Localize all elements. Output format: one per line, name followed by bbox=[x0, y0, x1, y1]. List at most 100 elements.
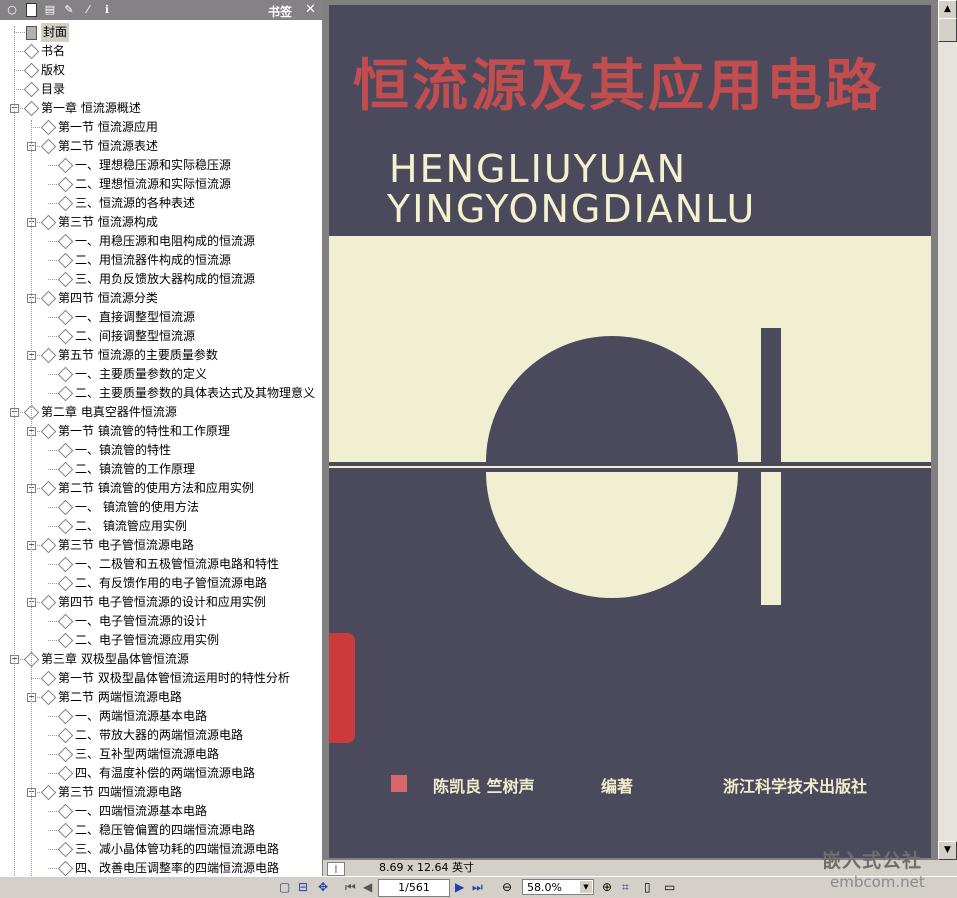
fit-page-icon[interactable]: ▢ bbox=[279, 880, 290, 895]
document-view[interactable]: 恒流源及其应用电路 HENGLIUYUAN YINGYONGDIANLU 陈凯良… bbox=[323, 0, 938, 860]
bookmark-item[interactable]: 二、稳压管偏置的四端恒流源电路 bbox=[0, 821, 320, 840]
bookmark-item[interactable]: 封面 bbox=[0, 23, 320, 42]
bookmark-item[interactable]: 三、互补型两端恒流源电路 bbox=[0, 745, 320, 764]
page-size-label: 8.69 x 12.64 英寸 bbox=[379, 861, 474, 874]
bookmark-item[interactable]: 第一节 恒流源应用 bbox=[0, 118, 320, 137]
bookmark-item[interactable]: 一、两端恒流源基本电路 bbox=[0, 707, 320, 726]
bookmark-item[interactable]: − 第三章 双极型晶体管恒流源 bbox=[0, 650, 320, 669]
bookmark-item[interactable]: 三、减小晶体管功耗的四端恒流源电路 bbox=[0, 840, 320, 859]
bookmark-label: 第二章 电真空器件恒流源 bbox=[41, 405, 177, 419]
bookmark-item[interactable]: 书名 bbox=[0, 42, 320, 61]
bookmark-label: 二、主要质量参数的具体表达式及其物理意义 bbox=[75, 386, 316, 400]
bookmark-item[interactable]: − 第二节 两端恒流源电路 bbox=[0, 688, 320, 707]
bookmark-item[interactable]: 目录 bbox=[0, 80, 320, 99]
zoom-in-icon[interactable]: ⊕ bbox=[602, 880, 612, 895]
bookmark-icon bbox=[57, 309, 74, 326]
bookmark-item[interactable]: 三、用负反馈放大器构成的恒流源 bbox=[0, 270, 320, 289]
bookmark-label: 三、减小晶体管功耗的四端恒流源电路 bbox=[75, 842, 280, 856]
bookmark-item[interactable]: 二、带放大器的两端恒流源电路 bbox=[0, 726, 320, 745]
bookmark-label: 一、电子管恒流源的设计 bbox=[75, 614, 208, 628]
bookmark-item[interactable]: 二、理想恒流源和实际恒流源 bbox=[0, 175, 320, 194]
bookmark-item[interactable]: 二、主要质量参数的具体表达式及其物理意义 bbox=[0, 384, 320, 403]
page-nav-icon[interactable]: |◀▶| bbox=[327, 862, 345, 885]
bookmark-item[interactable]: 一、 镇流管的使用方法 bbox=[0, 498, 320, 517]
bookmark-item[interactable]: 二、间接调整型恒流源 bbox=[0, 327, 320, 346]
bookmark-item[interactable]: − 第三节 四端恒流源电路 bbox=[0, 783, 320, 802]
bookmark-label: 二、理想恒流源和实际恒流源 bbox=[75, 177, 232, 191]
bookmark-item[interactable]: 四、改善电压调整率的四端恒流源电路 bbox=[0, 859, 320, 876]
zoom-out-icon[interactable]: ⊖ bbox=[502, 880, 512, 895]
pen-icon[interactable]: ⁄ bbox=[81, 3, 95, 17]
bookmark-label: 二、用恒流器件构成的恒流源 bbox=[75, 253, 232, 267]
cover-bar-upper bbox=[761, 328, 781, 462]
tree-guide bbox=[14, 26, 15, 876]
bookmark-item[interactable]: 四、有温度补偿的两端恒流源电路 bbox=[0, 764, 320, 783]
bookmark-item[interactable]: − 第一节 镇流管的特性和工作原理 bbox=[0, 422, 320, 441]
cover-page: 恒流源及其应用电路 HENGLIUYUAN YINGYONGDIANLU 陈凯良… bbox=[329, 5, 931, 858]
bookmark-item[interactable]: 一、用稳压源和电阻构成的恒流源 bbox=[0, 232, 320, 251]
close-icon[interactable]: ✕ bbox=[303, 2, 318, 17]
bookmark-item[interactable]: 二、用恒流器件构成的恒流源 bbox=[0, 251, 320, 270]
bookmark-label: 三、恒流源的各种表述 bbox=[75, 196, 196, 210]
bookmark-item[interactable]: − 第四节 恒流源分类 bbox=[0, 289, 320, 308]
bookmark-label: 一、四端恒流源基本电路 bbox=[75, 804, 208, 818]
first-page-icon[interactable]: ⏮ bbox=[345, 880, 356, 895]
bookmark-item[interactable]: 一、理想稳压源和实际稳压源 bbox=[0, 156, 320, 175]
chevron-down-icon[interactable]: ▼ bbox=[580, 881, 592, 893]
bookmark-icon bbox=[57, 385, 74, 402]
next-page-icon[interactable]: ▶ bbox=[455, 880, 464, 895]
page-number-field[interactable]: 1/561 bbox=[378, 879, 450, 897]
bookmark-label: 二、 镇流管应用实例 bbox=[75, 519, 187, 533]
properties-icon[interactable]: ℹ bbox=[100, 3, 114, 17]
bookmark-item[interactable]: 一、电子管恒流源的设计 bbox=[0, 612, 320, 631]
last-page-icon[interactable]: ⏭ bbox=[472, 880, 483, 895]
bookmark-item[interactable]: 三、恒流源的各种表述 bbox=[0, 194, 320, 213]
continuous-page-icon[interactable]: ▭ bbox=[664, 880, 675, 895]
bookmark-label: 第一节 镇流管的特性和工作原理 bbox=[58, 424, 230, 438]
bookmark-item[interactable]: − 第三节 电子管恒流源电路 bbox=[0, 536, 320, 555]
scroll-up-icon[interactable]: ▲ bbox=[938, 0, 957, 19]
options-icon[interactable]: ○ bbox=[5, 3, 19, 17]
move-icon[interactable]: ✥ bbox=[318, 880, 328, 895]
bookmark-item[interactable]: 一、镇流管的特性 bbox=[0, 441, 320, 460]
bookmark-label: 第三节 恒流源构成 bbox=[58, 215, 158, 229]
bookmark-item[interactable]: − 第一章 恒流源概述 bbox=[0, 99, 320, 118]
bookmark-icon bbox=[40, 594, 57, 611]
actual-size-icon[interactable]: ⌗ bbox=[622, 880, 629, 895]
bookmark-item[interactable]: − 第四节 电子管恒流源的设计和应用实例 bbox=[0, 593, 320, 612]
bookmark-icon bbox=[23, 62, 40, 79]
page-icon[interactable]: ▤ bbox=[43, 3, 57, 17]
zoom-field[interactable]: 58.0% ▼ bbox=[522, 879, 594, 895]
bookmark-item[interactable]: 二、有反馈作用的电子管恒流源电路 bbox=[0, 574, 320, 593]
previous-page-icon[interactable]: ◀ bbox=[363, 880, 372, 895]
new-bookmark-icon[interactable] bbox=[24, 3, 38, 17]
bookmark-item[interactable]: − 第二节 恒流源表述 bbox=[0, 137, 320, 156]
bookmark-item[interactable]: − 第二节 镇流管的使用方法和应用实例 bbox=[0, 479, 320, 498]
cover-circle-upper bbox=[486, 336, 738, 462]
bookmark-item[interactable]: 第一节 双极型晶体管恒流运用时的特性分析 bbox=[0, 669, 320, 688]
scroll-thumb[interactable] bbox=[938, 18, 957, 42]
bookmark-item[interactable]: 一、四端恒流源基本电路 bbox=[0, 802, 320, 821]
cover-red-tab bbox=[329, 633, 355, 743]
page-bookmark-icon bbox=[26, 26, 37, 40]
bookmark-item[interactable]: − 第三节 恒流源构成 bbox=[0, 213, 320, 232]
bookmark-item[interactable]: 一、主要质量参数的定义 bbox=[0, 365, 320, 384]
bookmark-item[interactable]: 二、电子管恒流源应用实例 bbox=[0, 631, 320, 650]
edit-icon[interactable]: ✎ bbox=[62, 3, 76, 17]
bookmark-icon bbox=[57, 822, 74, 839]
bookmark-label: 第二节 镇流管的使用方法和应用实例 bbox=[58, 481, 254, 495]
fit-width-icon[interactable]: ⊟ bbox=[298, 880, 308, 895]
bookmark-item[interactable]: 二、 镇流管应用实例 bbox=[0, 517, 320, 536]
bookmark-item[interactable]: 一、直接调整型恒流源 bbox=[0, 308, 320, 327]
bookmark-label: 第一节 双极型晶体管恒流运用时的特性分析 bbox=[58, 671, 290, 685]
bookmark-item[interactable]: 一、二极管和五极管恒流源电路和特性 bbox=[0, 555, 320, 574]
scroll-down-icon[interactable]: ▼ bbox=[938, 841, 957, 860]
bookmark-icon bbox=[57, 195, 74, 212]
vertical-scrollbar[interactable]: ▲ ▼ bbox=[938, 0, 957, 860]
bookmark-item[interactable]: − 第五节 恒流源的主要质量参数 bbox=[0, 346, 320, 365]
bookmark-item[interactable]: 版权 bbox=[0, 61, 320, 80]
bookmark-item[interactable]: − 第二章 电真空器件恒流源 bbox=[0, 403, 320, 422]
bookmark-item[interactable]: 二、镇流管的工作原理 bbox=[0, 460, 320, 479]
single-page-icon[interactable]: ▯ bbox=[644, 880, 651, 895]
bookmark-label: 一、用稳压源和电阻构成的恒流源 bbox=[75, 234, 256, 248]
